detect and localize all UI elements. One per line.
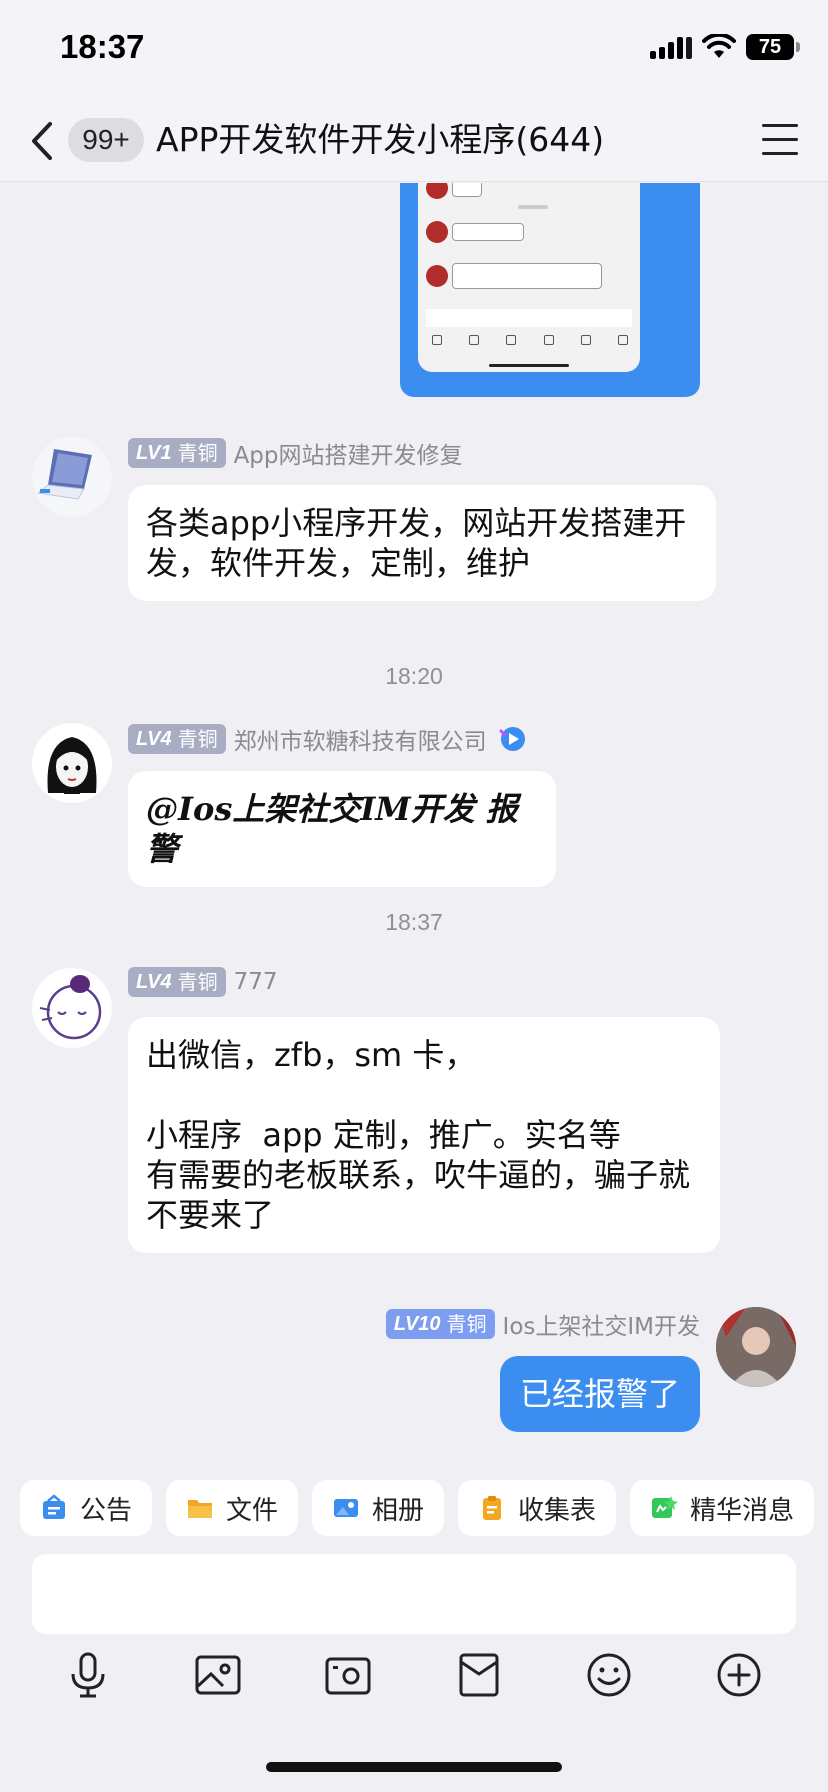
red-packet-icon[interactable] [454,1650,504,1700]
menu-icon[interactable] [762,124,798,158]
status-indicators: 75 [650,34,800,60]
quick-actions-bar: 公告 文件 相册 收集表 精华消息 [0,1466,828,1552]
message-bubble[interactable]: 各类app小程序开发，网站开发搭建开发，软件开发，定制，维护 [128,485,716,601]
input-toolbar [0,1650,828,1710]
level-badge: LV10 青铜 [385,1309,495,1339]
timestamp: 18:37 [385,909,443,935]
sender-name[interactable]: App网站搭建开发修复 [234,436,463,470]
announcement-chip[interactable]: 公告 [20,1480,153,1536]
message-meta: LV1 青铜 App网站搭建开发修复 [128,436,463,470]
home-indicator [266,1762,562,1772]
status-time: 18:37 [60,28,145,65]
image-icon[interactable] [193,1650,243,1700]
avatar[interactable] [32,723,112,803]
level-badge: LV4 青铜 [128,724,226,754]
clipboard-icon [483,1496,502,1520]
screenshot-thumbnail [418,183,640,372]
camera-icon[interactable] [323,1650,373,1700]
album-chip[interactable]: 相册 [312,1480,445,1536]
chat-header: 99+ APP开发软件开发小程序(644) [0,100,828,182]
wifi-icon [702,34,736,58]
message-meta: LV4 青铜 郑州市软糖科技有限公司 [128,722,531,756]
highlights-chip[interactable]: 精华消息 [630,1480,815,1536]
group-title[interactable]: APP开发软件开发小程序(644) [156,118,604,162]
sender-name[interactable]: Ios上架社交IM开发 [503,1307,700,1341]
avatar[interactable] [32,968,112,1048]
unread-count-badge[interactable]: 99+ [68,118,144,162]
album-icon [334,1499,359,1517]
back-chevron-icon[interactable] [26,118,60,164]
timestamp: 18:20 [385,663,443,689]
form-chip[interactable]: 收集表 [458,1480,617,1536]
message-bubble-self[interactable]: 已经报警了 [499,1356,700,1432]
message-meta: LV4 青铜 777 [128,967,277,997]
highlight-icon [652,1496,679,1518]
status-bar: 18:37 75 [0,0,828,100]
files-chip[interactable]: 文件 [166,1480,299,1536]
level-badge: LV4 青铜 [128,967,226,997]
laptop-avatar-icon [36,449,92,500]
emoji-icon[interactable] [584,1650,634,1700]
my-avatar[interactable] [716,1307,796,1387]
message-bubble[interactable]: @Ios上架社交IM开发 报警 [128,771,556,887]
message-meta: LV10 青铜 Ios上架社交IM开发 [385,1307,700,1341]
sender-name[interactable]: 郑州市软糖科技有限公司 [234,722,487,756]
vip-play-icon [499,727,525,751]
microphone-icon[interactable] [63,1650,113,1700]
cellular-signal-icon [650,35,692,59]
announcement-icon [43,1494,65,1519]
message-bubble[interactable]: 出微信，zfb，sm 卡， 小程序 app 定制，推广。实名等 有需要的老板联系… [128,1017,720,1253]
photo-avatar-icon [716,1307,796,1387]
avatar[interactable] [32,437,112,517]
level-badge: LV1 青铜 [128,438,226,468]
battery-icon: 75 [746,34,800,60]
chat-list[interactable]: LV1 青铜 App网站搭建开发修复 各类app小程序开发，网站开发搭建开发，软… [0,183,828,1466]
message-input[interactable] [32,1554,796,1634]
sender-name[interactable]: 777 [234,969,278,995]
girl-avatar-icon [47,737,97,794]
image-message[interactable] [400,183,700,397]
folder-icon [188,1500,213,1518]
plus-icon[interactable] [714,1650,764,1700]
moon-avatar-icon [39,975,102,1040]
